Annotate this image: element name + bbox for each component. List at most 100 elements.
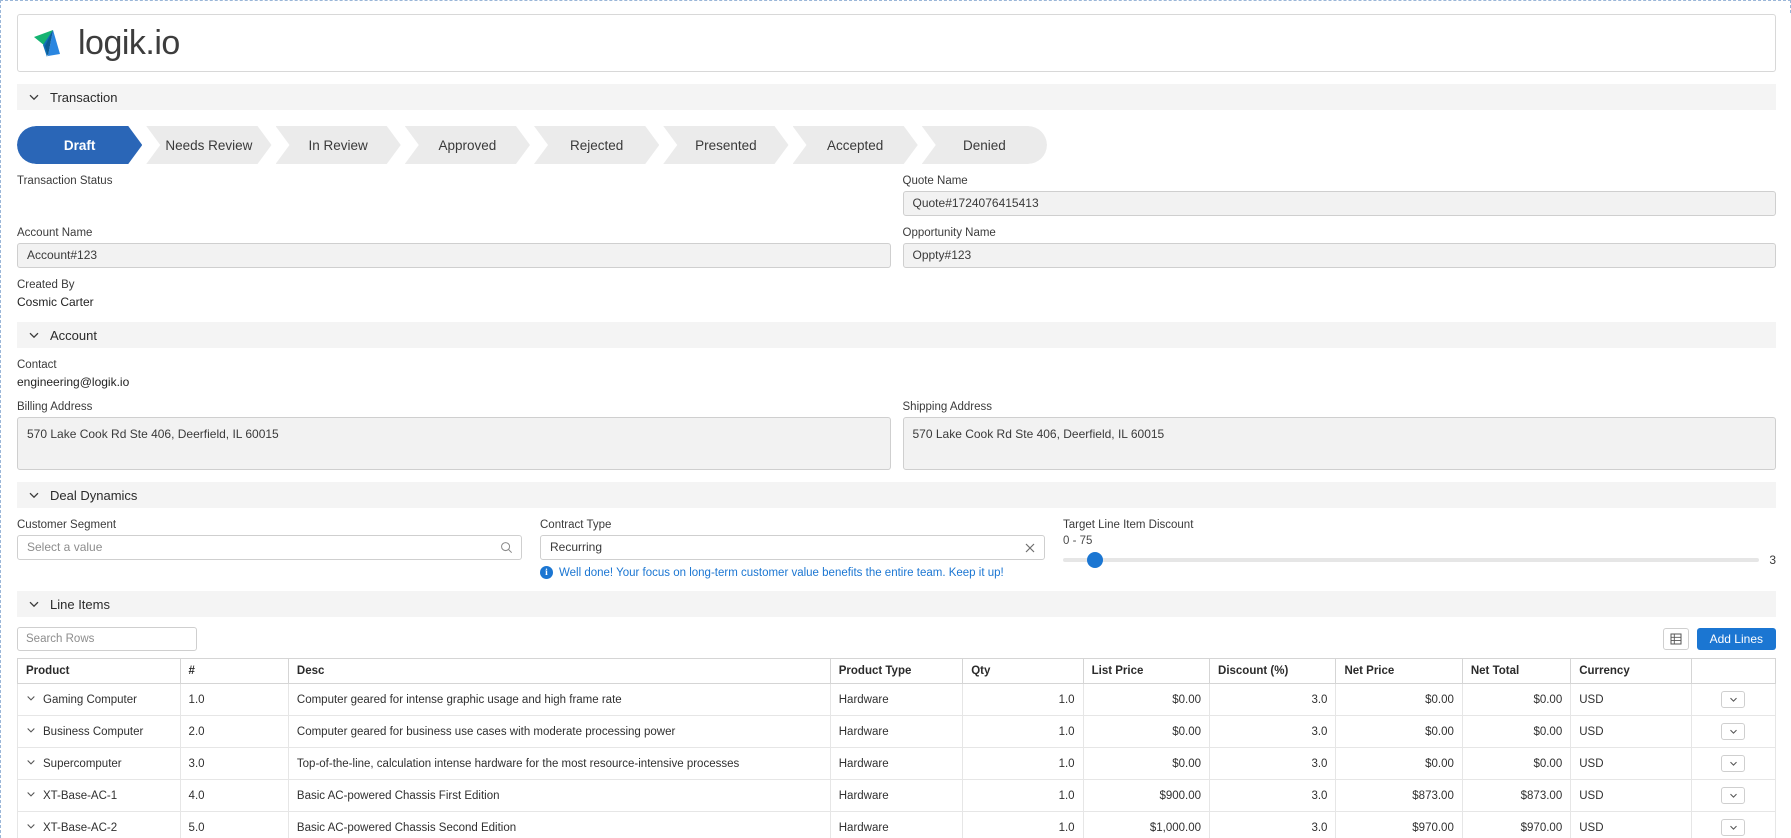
transaction-status-value (17, 191, 891, 216)
path-step-label: Rejected (569, 137, 624, 153)
field-transaction-status: Transaction Status (17, 174, 891, 216)
expand-row-icon[interactable] (26, 821, 36, 834)
section-header-deal-dynamics[interactable]: Deal Dynamics (17, 482, 1776, 508)
row-menu-button[interactable] (1721, 723, 1746, 740)
cell-qty[interactable]: 1.0 (962, 715, 1084, 748)
cell-currency: USD (1570, 683, 1692, 716)
cell-actions[interactable] (1690, 779, 1777, 812)
expand-row-icon[interactable] (26, 693, 36, 706)
field-label: Transaction Status (17, 175, 113, 187)
cell-qty[interactable]: 1.0 (962, 779, 1084, 812)
path-step-needs-review[interactable]: Needs Review (146, 126, 271, 164)
line-items-toolbar: Search Rows Add Lines (17, 627, 1776, 651)
cell-discount[interactable]: 3.0 (1209, 715, 1337, 748)
cell-product[interactable]: XT-Base-AC-1 (17, 779, 181, 812)
cell-discount[interactable]: 3.0 (1209, 779, 1337, 812)
path-step-denied[interactable]: Denied (921, 126, 1047, 164)
opportunity-name-input[interactable]: Oppty#123 (902, 243, 1776, 268)
cell-discount[interactable]: 3.0 (1209, 683, 1337, 716)
cell-actions[interactable] (1690, 811, 1777, 838)
cell-qty[interactable]: 1.0 (962, 683, 1084, 716)
table-row[interactable]: Supercomputer 3.0 Top-of-the-line, calcula… (17, 747, 1777, 780)
shipping-address-textarea[interactable]: 570 Lake Cook Rd Ste 406, Deerfield, IL … (902, 417, 1776, 470)
path-step-draft[interactable]: Draft (17, 126, 142, 164)
cell-product[interactable]: Supercomputer (17, 747, 181, 780)
search-rows-input[interactable]: Search Rows (17, 627, 197, 651)
table-row[interactable]: XT-Base-AC-1 4.0 Basic AC-powered Chassis … (17, 779, 1777, 812)
table-header-row: Product # Desc Product Type Qty List Pri… (17, 658, 1777, 684)
path-step-label: Draft (63, 137, 96, 153)
cell-number: 4.0 (179, 779, 289, 812)
section-header-transaction[interactable]: Transaction (17, 84, 1776, 110)
search-icon[interactable] (499, 540, 514, 555)
brand-header: logik.io (17, 14, 1776, 72)
path-step-label: Approved (438, 137, 497, 153)
quote-name-input[interactable]: Quote#1724076415413 (902, 191, 1776, 216)
section-header-account[interactable]: Account (17, 322, 1776, 348)
expand-row-icon[interactable] (26, 757, 36, 770)
path-step-in-review[interactable]: In Review (276, 126, 401, 164)
cell-number: 1.0 (179, 683, 289, 716)
logik-logo-icon (34, 30, 60, 57)
field-label: Billing Address (17, 401, 93, 413)
row-menu-button[interactable] (1721, 691, 1746, 708)
account-name-input[interactable]: Account#123 (17, 243, 891, 268)
deal-dynamics-fields: Customer Segment Select a value Contract… (1, 508, 1791, 579)
contract-type-input[interactable]: Recurring (540, 535, 1045, 560)
row-menu-button[interactable] (1721, 755, 1746, 772)
customer-segment-input[interactable]: Select a value (17, 535, 522, 560)
product-name: XT-Base-AC-2 (43, 821, 118, 834)
col-currency[interactable]: Currency (1570, 658, 1692, 684)
field-contact: Contact engineering@logik.io (17, 358, 1776, 390)
cell-product-type: Hardware (829, 747, 964, 780)
cell-product[interactable]: Business Computer (17, 715, 181, 748)
row-menu-button[interactable] (1721, 787, 1746, 804)
contact-value: engineering@logik.io (17, 375, 130, 389)
cell-product[interactable]: Gaming Computer (17, 683, 181, 716)
cell-actions[interactable] (1690, 683, 1777, 716)
table-row[interactable]: Business Computer 2.0 Computer geared for … (17, 715, 1777, 748)
row-menu-button[interactable] (1721, 819, 1746, 836)
cell-discount[interactable]: 3.0 (1209, 811, 1337, 838)
cell-actions[interactable] (1690, 747, 1777, 780)
table-row[interactable]: Gaming Computer 1.0 Computer geared for in… (17, 683, 1777, 716)
col-desc[interactable]: Desc (287, 658, 831, 684)
cell-currency: USD (1570, 747, 1692, 780)
cell-net-price: $970.00 (1335, 811, 1463, 838)
col-discount[interactable]: Discount (%) (1209, 658, 1337, 684)
discount-slider-thumb[interactable] (1086, 552, 1103, 568)
cell-actions[interactable] (1690, 715, 1777, 748)
cell-list-price: $0.00 (1082, 715, 1211, 748)
col-product[interactable]: Product (17, 658, 181, 684)
table-row[interactable]: XT-Base-AC-2 5.0 Basic AC-powered Chassis … (17, 811, 1777, 838)
expand-row-icon[interactable] (26, 725, 36, 738)
table-settings-icon[interactable] (1662, 628, 1689, 650)
discount-slider[interactable] (1063, 552, 1760, 568)
path-step-presented[interactable]: Presented (663, 126, 788, 164)
discount-slider-value: 3 (1769, 553, 1776, 567)
col-qty[interactable]: Qty (962, 658, 1084, 684)
path-step-accepted[interactable]: Accepted (793, 126, 918, 164)
add-lines-button[interactable]: Add Lines (1696, 628, 1776, 650)
expand-row-icon[interactable] (26, 789, 36, 802)
col-number[interactable]: # (179, 658, 289, 684)
billing-address-textarea[interactable]: 570 Lake Cook Rd Ste 406, Deerfield, IL … (17, 417, 891, 470)
cell-list-price: $900.00 (1082, 779, 1211, 812)
cell-desc: Basic AC-powered Chassis First Edition (287, 779, 831, 812)
cell-product[interactable]: XT-Base-AC-2 (17, 811, 181, 838)
col-product-type[interactable]: Product Type (829, 658, 964, 684)
section-header-line-items[interactable]: Line Items (17, 591, 1776, 617)
col-net-total[interactable]: Net Total (1461, 658, 1572, 684)
cell-qty[interactable]: 1.0 (962, 747, 1084, 780)
cell-discount[interactable]: 3.0 (1209, 747, 1337, 780)
cell-qty[interactable]: 1.0 (962, 811, 1084, 838)
path-step-approved[interactable]: Approved (405, 126, 530, 164)
product-name: XT-Base-AC-1 (43, 789, 118, 802)
close-icon[interactable] (1022, 540, 1037, 555)
col-net-price[interactable]: Net Price (1335, 658, 1463, 684)
path-step-rejected[interactable]: Rejected (534, 126, 659, 164)
cell-currency: USD (1570, 715, 1692, 748)
cell-desc: Computer geared for intense graphic usag… (287, 683, 831, 716)
col-list-price[interactable]: List Price (1082, 658, 1211, 684)
field-label: Contact (17, 359, 57, 371)
